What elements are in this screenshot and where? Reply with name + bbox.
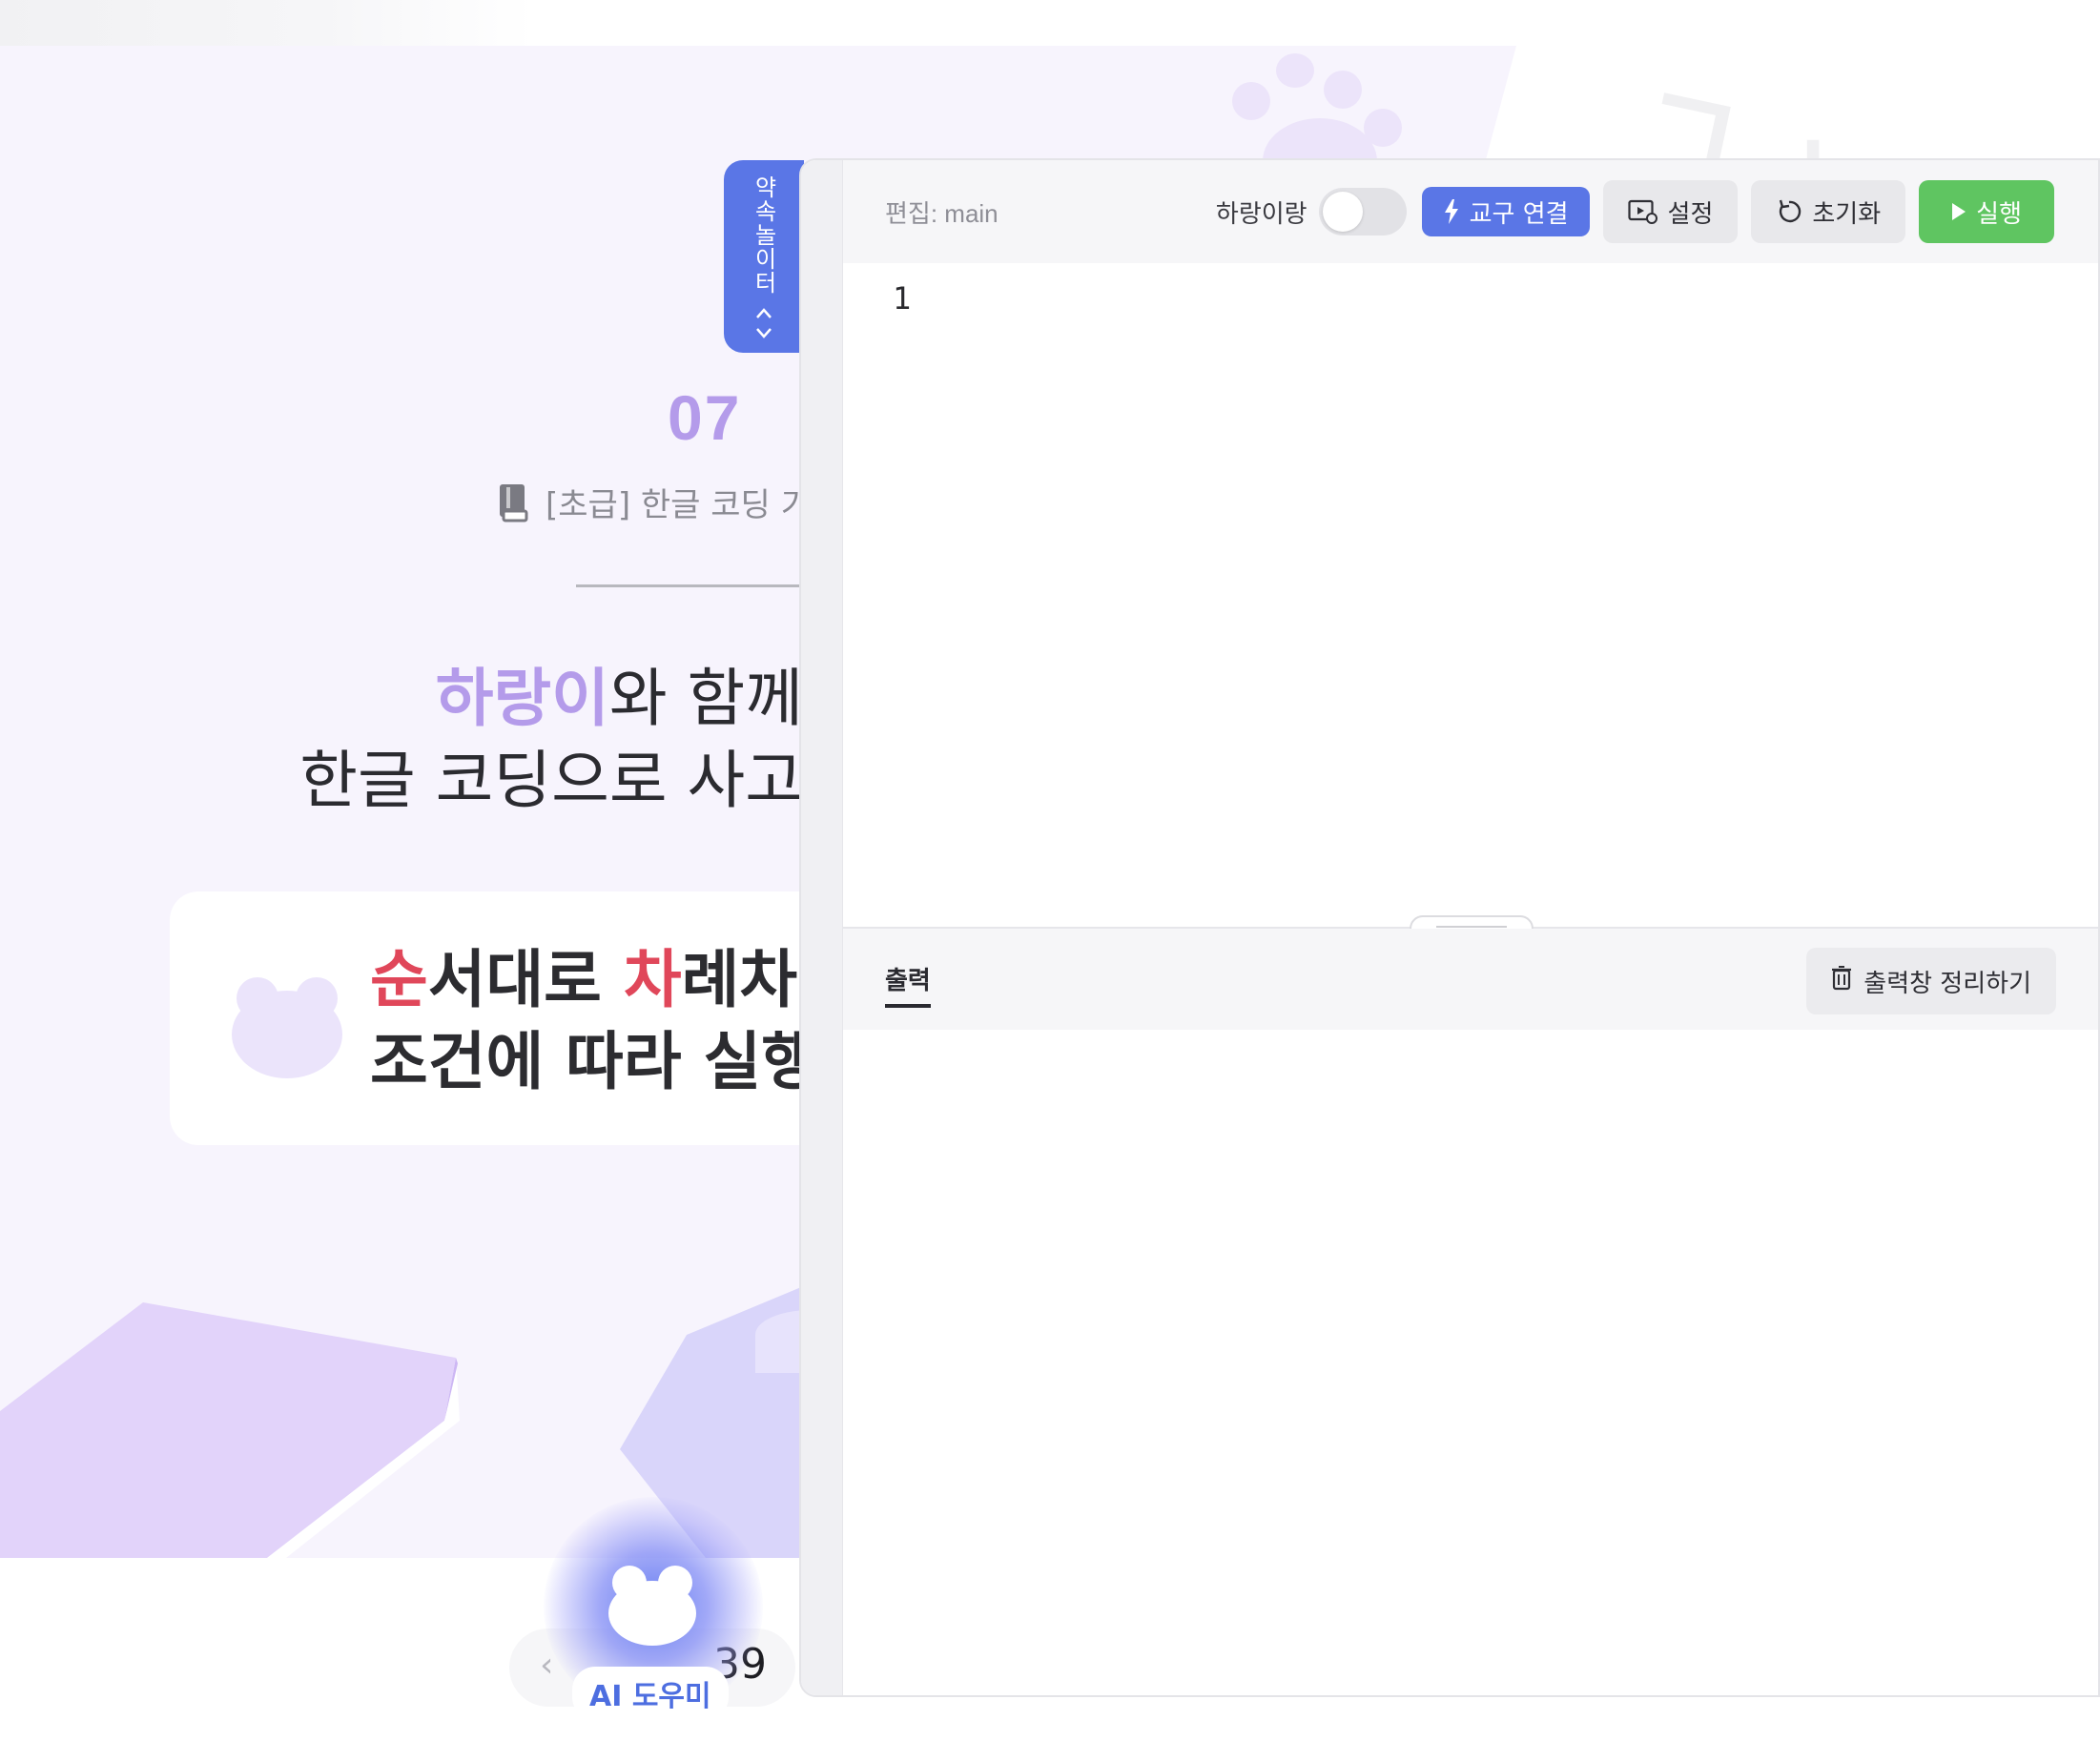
editor-file-title: 편집: main xyxy=(885,198,999,228)
concept-red-2: 차 xyxy=(623,943,682,1016)
divider xyxy=(576,584,805,587)
side-tab-toggle[interactable]: 약속놀이터 xyxy=(724,160,804,353)
reset-label: 초기화 xyxy=(1812,199,1882,229)
screen: ㄱ ㅣ ㄷ 07 [초급] 한글 코딩 기 하랑이와 함께 한글 코딩으로 사고… xyxy=(0,0,2100,1741)
editor-toolbar: 편집: main 하랑이랑 교구 연결 설정 초기화 실행 xyxy=(843,160,2098,263)
code-editor-panel: 편집: main 하랑이랑 교구 연결 설정 초기화 실행 1 출력 출력창 정… xyxy=(799,158,2100,1697)
lesson-headline: 하랑이와 함께 한글 코딩으로 사고 xyxy=(299,658,803,822)
chevron-left-icon[interactable]: ‹ xyxy=(540,1646,553,1685)
paw-decoration-icon xyxy=(1221,46,1431,204)
concept-mid: 서대로 xyxy=(427,943,624,1016)
headline-line-1: 하랑이와 함께 xyxy=(299,658,803,740)
decorative-bricks xyxy=(0,1287,858,1558)
run-label: 실행 xyxy=(1976,199,2022,229)
panel-rail xyxy=(801,160,843,1695)
lesson-title-text: [초급] 한글 코딩 기 xyxy=(546,486,811,524)
output-header: 출력 출력창 정리하기 xyxy=(843,929,2098,1030)
lightning-icon xyxy=(1443,199,1460,224)
settings-label: 설정 xyxy=(1667,199,1714,229)
expand-collapse-icon xyxy=(753,304,774,342)
headline-highlight: 하랑이 xyxy=(435,662,609,735)
harang-toggle[interactable] xyxy=(1318,188,1407,236)
play-icon xyxy=(1951,202,1966,221)
headline-line-1-text: 와 함께 xyxy=(608,662,803,735)
output-console xyxy=(843,1030,2098,1695)
reset-button[interactable]: 초기화 xyxy=(1751,180,1906,243)
lesson-title: [초급] 한글 코딩 기 xyxy=(498,479,811,525)
headline-line-2: 한글 코딩으로 사고 xyxy=(299,744,803,817)
reset-icon xyxy=(1776,198,1802,225)
concept-card: 순서대로 차례차례 조건에 따라 실행 xyxy=(170,891,895,1145)
toggle-knob xyxy=(1322,192,1363,232)
clear-output-button[interactable]: 출력창 정리하기 xyxy=(1806,948,2056,1014)
concept-line-1: 순서대로 차례차례 xyxy=(370,939,855,1021)
concept-red-1: 순 xyxy=(370,943,428,1016)
tab-output[interactable]: 출력 xyxy=(885,961,931,1008)
side-tab-label: 약속놀이터 xyxy=(750,175,777,295)
connect-device-button[interactable]: 교구 연결 xyxy=(1421,187,1590,236)
book-icon xyxy=(498,482,528,522)
ai-helper-label[interactable]: AI 도우미 xyxy=(572,1667,729,1720)
bear-avatar-icon xyxy=(231,973,343,1078)
line-number: 1 xyxy=(893,280,912,317)
connect-device-label: 교구 연결 xyxy=(1469,199,1569,229)
bear-face-icon xyxy=(607,1562,698,1646)
harang-toggle-label: 하랑이랑 xyxy=(1215,199,1307,229)
lesson-number: 07 xyxy=(668,382,742,453)
clear-output-label: 출력창 정리하기 xyxy=(1863,969,2031,998)
settings-button[interactable]: 설정 xyxy=(1602,180,1739,243)
screen-settings-icon xyxy=(1627,199,1658,224)
trash-icon xyxy=(1831,965,1852,997)
code-input[interactable]: 1 xyxy=(843,263,2098,927)
concept-line-2: 조건에 따라 실행 xyxy=(370,1025,819,1098)
concept-text: 순서대로 차례차례 조건에 따라 실행 xyxy=(370,939,855,1103)
run-button[interactable]: 실행 xyxy=(1919,180,2054,243)
top-fade xyxy=(0,0,534,46)
